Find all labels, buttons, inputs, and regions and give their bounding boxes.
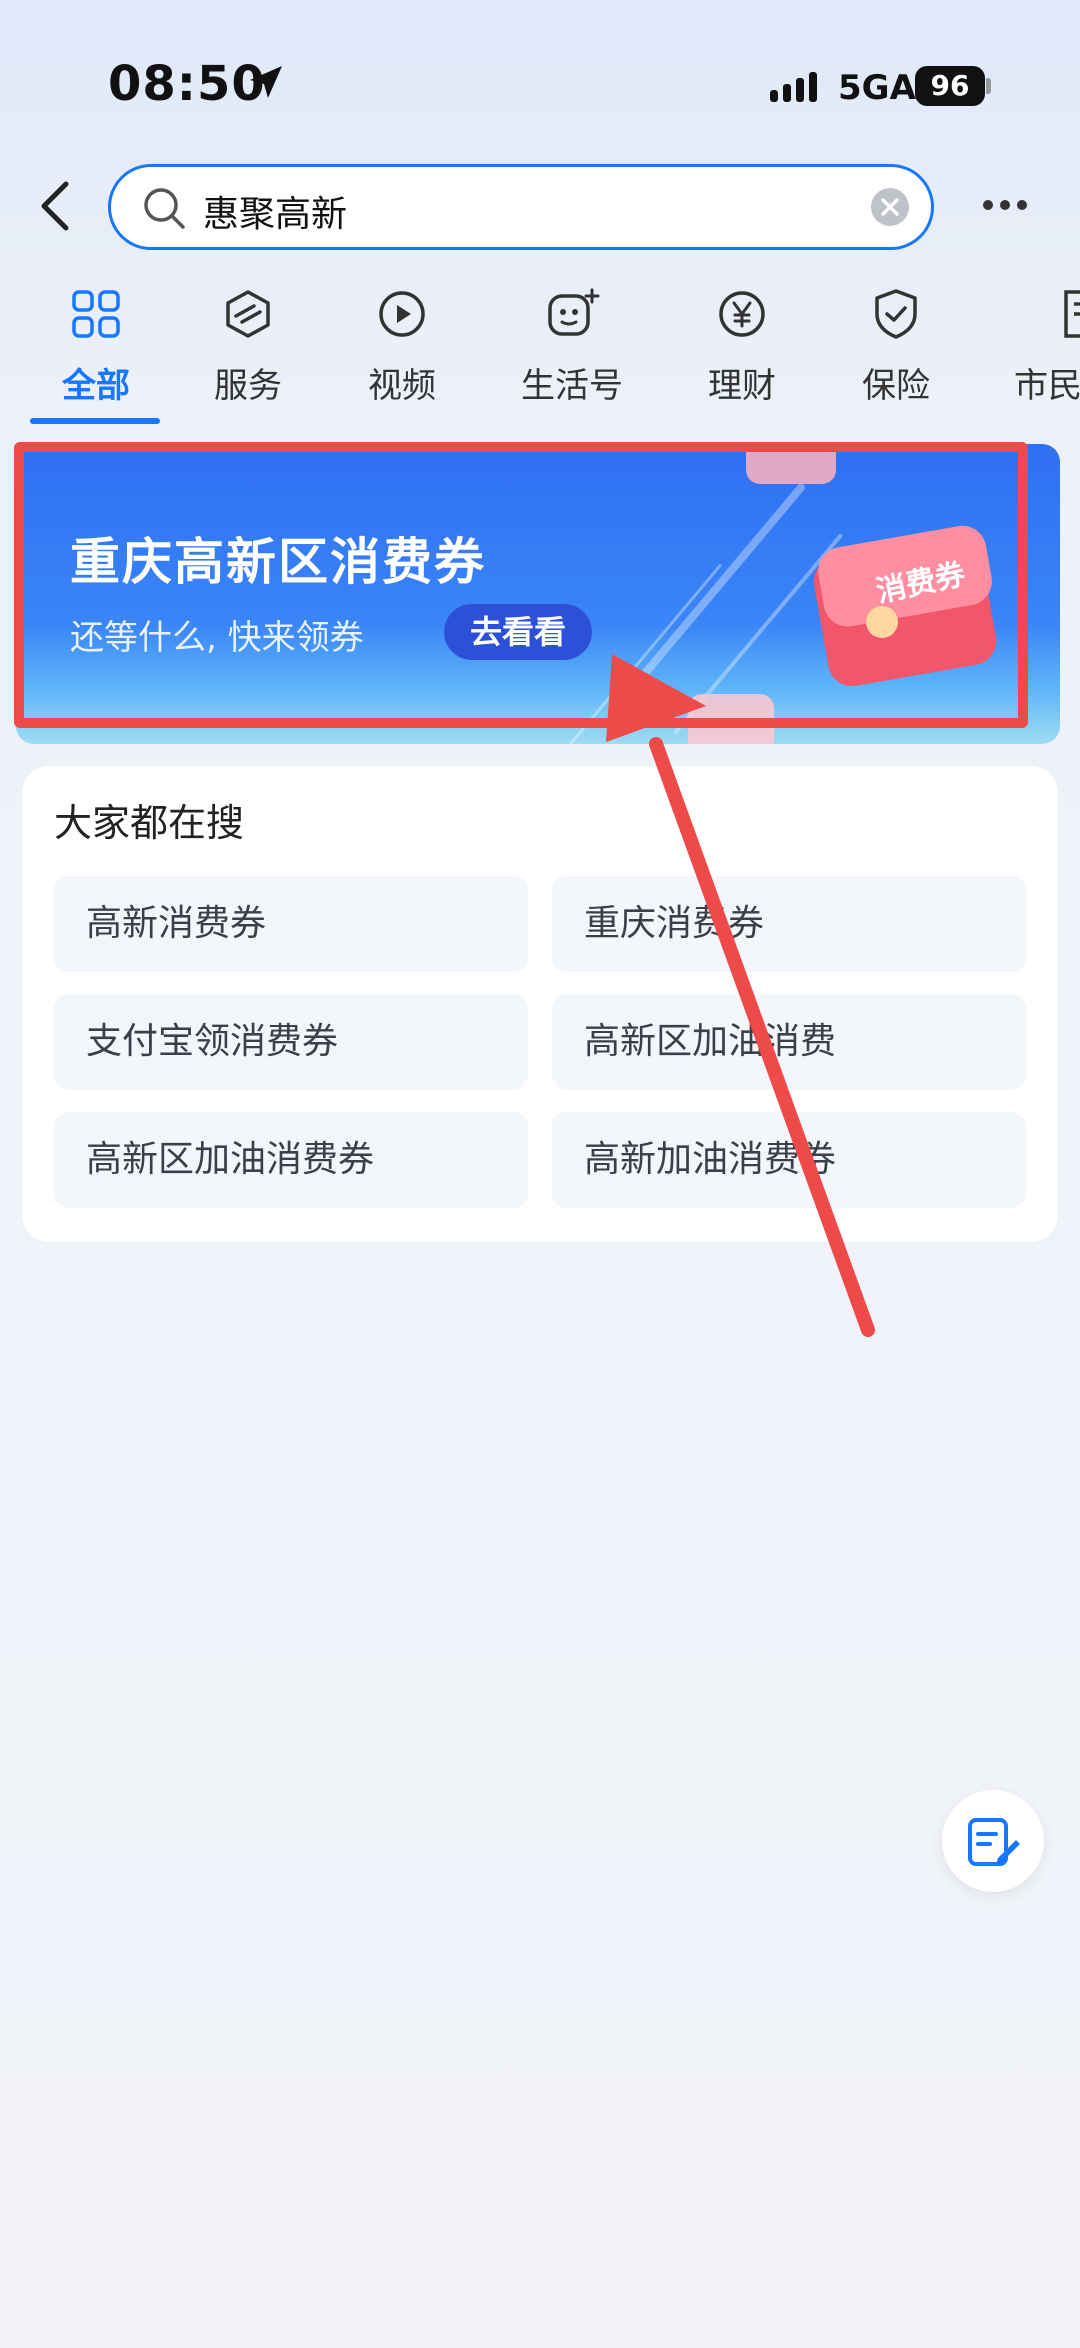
search-query-text: 惠聚高新 [203, 194, 348, 235]
trending-chip[interactable]: 高新加油消费券 [552, 1112, 1026, 1208]
trending-chip[interactable]: 支付宝领消费券 [54, 994, 528, 1090]
small-coupon-icon [746, 444, 836, 484]
tab-all[interactable]: 全部 [46, 286, 146, 407]
banner-background: 重庆高新区消费券 还等什么, 快来领券 去看看 消费券 [16, 444, 1060, 744]
category-tabs: 全部 服务 视频 生活号 理财 保险 市民 [0, 286, 1080, 436]
tab-finance[interactable]: 理财 [692, 286, 792, 407]
banner-title: 重庆高新区消费券 [70, 533, 486, 591]
status-bar: 08:50 5GA 96 [0, 0, 1080, 170]
tab-service[interactable]: 服务 [198, 286, 298, 407]
face-icon [548, 288, 600, 336]
active-tab-indicator [30, 418, 160, 424]
battery-tip [986, 78, 991, 94]
location-arrow-icon [250, 66, 282, 98]
trending-searches-card: 大家都在搜 高新消费券 重庆消费券 支付宝领消费券 高新区加油消费 高新区加油消… [22, 766, 1058, 1242]
promo-banner[interactable]: 重庆高新区消费券 还等什么, 快来领券 去看看 消费券 [16, 444, 1060, 744]
feedback-button[interactable] [942, 1790, 1044, 1892]
tab-label: 视频 [368, 366, 436, 406]
tab-life-account[interactable]: 生活号 [512, 286, 632, 407]
play-icon [379, 291, 425, 337]
back-arrow-icon[interactable] [30, 176, 80, 236]
status-time: 08:50 [108, 56, 266, 112]
tab-label: 市民 [1014, 366, 1080, 406]
feedback-edit-icon [968, 1818, 1020, 1866]
banner-subtitle: 还等什么, 快来领券 [70, 618, 364, 658]
banner-go-button[interactable]: 去看看 [444, 604, 592, 660]
grid-icon [72, 290, 120, 338]
more-options-icon[interactable] [980, 190, 1030, 220]
trending-title: 大家都在搜 [54, 801, 245, 845]
red-envelope-coupon-icon: 消费券 [813, 525, 997, 686]
trending-chip[interactable]: 高新消费券 [54, 876, 528, 972]
cube-icon [226, 290, 270, 338]
trending-chip[interactable]: 高新区加油消费 [552, 994, 1026, 1090]
tab-citizen[interactable]: 市民 [1010, 286, 1080, 407]
tab-insurance[interactable]: 保险 [846, 286, 946, 407]
tab-video[interactable]: 视频 [352, 286, 452, 407]
document-icon [1064, 290, 1080, 338]
battery-indicator: 96 [915, 66, 985, 106]
clear-icon[interactable] [871, 188, 909, 226]
shield-check-icon [875, 289, 917, 339]
small-coupon-icon [688, 694, 774, 744]
tab-label: 服务 [214, 366, 282, 406]
tab-label: 保险 [862, 366, 930, 406]
tab-label: 理财 [708, 366, 776, 406]
search-input[interactable]: 惠聚高新 [108, 164, 934, 250]
yen-icon [719, 291, 765, 337]
signal-icon [770, 72, 817, 102]
network-type: 5GA [838, 68, 916, 108]
search-icon [144, 188, 185, 229]
trending-chip[interactable]: 重庆消费券 [552, 876, 1026, 972]
trending-chip[interactable]: 高新区加油消费券 [54, 1112, 528, 1208]
tab-label: 生活号 [521, 366, 623, 406]
tab-label: 全部 [62, 366, 130, 406]
